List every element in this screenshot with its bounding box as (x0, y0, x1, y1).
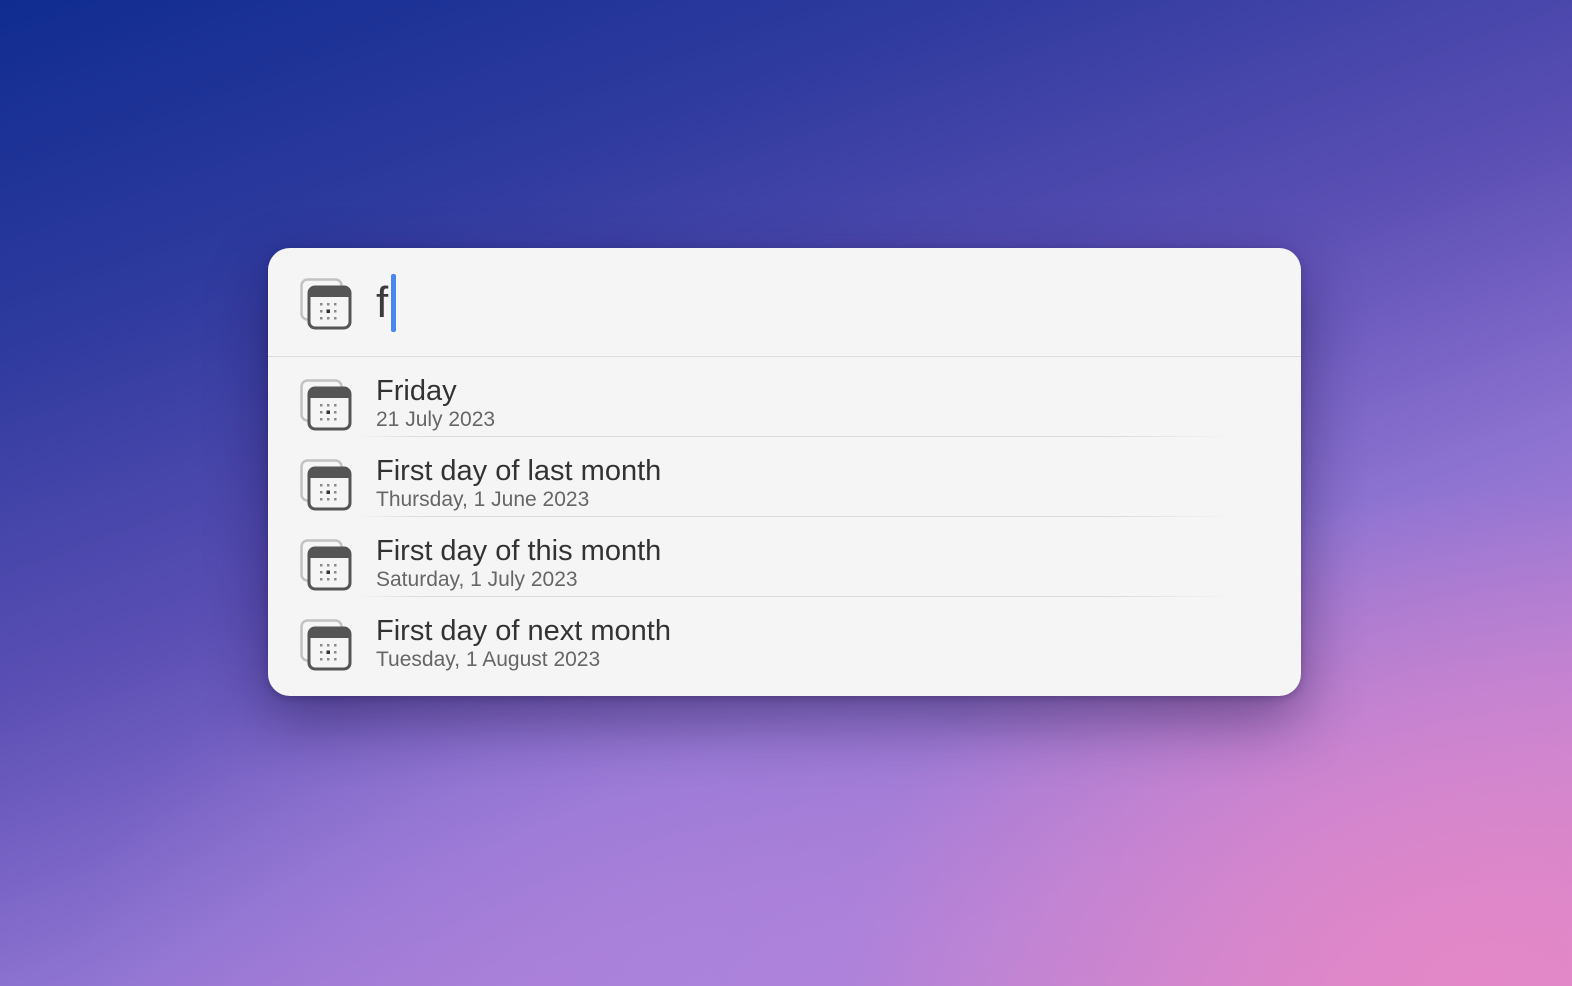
list-item[interactable]: Friday 21 July 2023 (268, 357, 1301, 437)
calendar-icon (300, 619, 352, 671)
list-item[interactable]: First day of next month Tuesday, 1 Augus… (268, 597, 1301, 677)
result-title: First day of last month (376, 455, 662, 487)
calendar-icon (300, 379, 352, 431)
list-item[interactable]: First day of last month Thursday, 1 June… (268, 437, 1301, 517)
search-bar[interactable]: f (268, 248, 1301, 357)
calendar-icon (300, 539, 352, 591)
result-subtitle: 21 July 2023 (376, 408, 496, 431)
result-title: First day of next month (376, 615, 671, 647)
text-caret (391, 274, 397, 332)
result-title: Friday (376, 375, 457, 407)
results-list: Friday 21 July 2023 First day of last mo… (268, 357, 1301, 677)
desktop-background: f Friday 21 July 2023 First day of last … (0, 0, 1572, 986)
calendar-icon (300, 459, 352, 511)
list-item[interactable]: First day of this month Saturday, 1 July… (268, 517, 1301, 597)
search-query: f (376, 278, 389, 327)
calendar-icon (300, 278, 352, 330)
result-subtitle: Tuesday, 1 August 2023 (376, 648, 601, 671)
result-title: First day of this month (376, 535, 662, 567)
result-subtitle: Saturday, 1 July 2023 (376, 568, 578, 591)
search-input[interactable]: f (376, 274, 397, 332)
launcher-panel: f Friday 21 July 2023 First day of last … (268, 248, 1301, 696)
result-subtitle: Thursday, 1 June 2023 (376, 488, 590, 511)
